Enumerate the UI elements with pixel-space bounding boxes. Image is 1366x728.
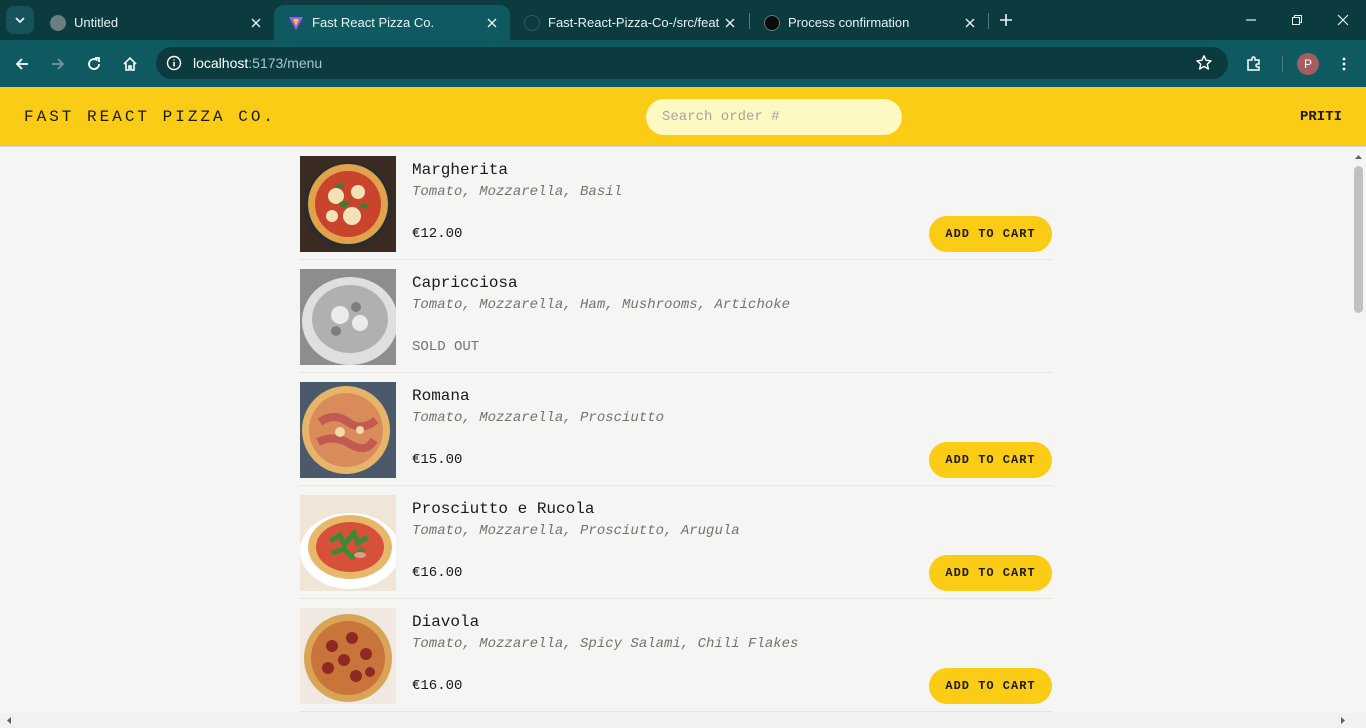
home-button[interactable] — [116, 50, 144, 78]
add-to-cart-button[interactable]: ADD TO CART — [929, 668, 1052, 704]
bookmark-star-icon[interactable] — [1194, 53, 1214, 73]
openai-icon — [764, 14, 780, 31]
scroll-left-icon[interactable] — [3, 713, 15, 728]
pizza-price: €12.00 — [412, 226, 463, 242]
pizza-name: Prosciutto e Rucola — [412, 500, 595, 518]
scrollbar-thumb[interactable] — [1354, 166, 1363, 313]
tab-title: Fast React Pizza Co. — [312, 15, 435, 30]
horizontal-scrollbar[interactable] — [0, 713, 1366, 728]
site-info-icon[interactable] — [164, 53, 184, 73]
tab-title: Process confirmation — [788, 15, 910, 30]
arrow-left-icon — [15, 58, 28, 70]
close-icon — [1337, 14, 1349, 26]
new-tab-button[interactable] — [994, 8, 1018, 32]
vite-icon — [288, 15, 304, 31]
close-tab-icon[interactable] — [246, 13, 266, 33]
restore-icon — [1292, 15, 1302, 25]
forward-button[interactable] — [44, 50, 72, 78]
pizza-name: Capricciosa — [412, 274, 518, 292]
github-icon — [524, 14, 540, 31]
add-to-cart-button[interactable]: ADD TO CART — [929, 216, 1052, 252]
toolbar-divider — [1282, 56, 1283, 72]
tab-separator — [988, 13, 989, 29]
minimize-icon — [1246, 19, 1256, 21]
more-vertical-icon — [1342, 57, 1346, 71]
scroll-right-icon[interactable] — [1337, 713, 1349, 728]
url-path: :5173/menu — [248, 55, 323, 71]
browser-tab-untitled[interactable]: Untitled — [36, 5, 274, 40]
browser-menu-button[interactable] — [1330, 50, 1358, 78]
plus-icon — [1000, 14, 1012, 26]
pizza-ingredients: Tomato, Mozzarella, Ham, Mushrooms, Arti… — [412, 297, 791, 313]
pizza-price: €16.00 — [412, 565, 463, 581]
menu-list: Margherita Tomato, Mozzarella, Basil €12… — [300, 147, 1052, 712]
arrow-right-icon — [52, 58, 65, 70]
extensions-button[interactable] — [1240, 50, 1268, 78]
tab-title: Untitled — [74, 15, 119, 30]
app-logo-link[interactable]: FAST REACT PIZZA CO. — [24, 108, 276, 126]
pizza-ingredients: Tomato, Mozzarella, Prosciutto — [412, 410, 665, 426]
menu-item: Diavola Tomato, Mozzarella, Spicy Salami… — [300, 599, 1052, 712]
browser-toolbar: localhost:5173/menu P — [0, 40, 1366, 87]
url-host: localhost — [193, 55, 249, 71]
pizza-ingredients: Tomato, Mozzarella, Basil — [412, 184, 623, 200]
browser-tab-strip: Untitled Fast React Pizza Co. Fast-React… — [0, 0, 1366, 40]
add-to-cart-button[interactable]: ADD TO CART — [929, 555, 1052, 591]
url-text: localhost:5173/menu — [193, 55, 322, 71]
pizza-price: €16.00 — [412, 678, 463, 694]
reload-icon — [88, 57, 100, 70]
sold-out-label: SOLD OUT — [412, 339, 480, 355]
globe-icon — [50, 14, 66, 31]
restore-button[interactable] — [1274, 0, 1320, 40]
menu-item: Romana Tomato, Mozzarella, Prosciutto €1… — [300, 373, 1052, 486]
profile-avatar[interactable]: P — [1297, 53, 1319, 75]
add-to-cart-button[interactable]: ADD TO CART — [929, 442, 1052, 478]
browser-tab-process[interactable]: Process confirmation — [750, 5, 988, 40]
pizza-image — [300, 382, 396, 478]
username: PRITI — [1300, 109, 1343, 125]
browser-tab-pizza[interactable]: Fast React Pizza Co. — [274, 5, 510, 40]
tab-search-button[interactable] — [6, 6, 34, 34]
pizza-image — [300, 156, 396, 252]
home-icon — [123, 56, 137, 71]
browser-tab-github[interactable]: Fast-React-Pizza-Co-/src/featur — [510, 5, 748, 40]
scroll-up-icon[interactable] — [1351, 151, 1366, 163]
app-header: FAST REACT PIZZA CO. PRITI — [0, 87, 1366, 147]
pizza-image — [300, 269, 396, 365]
menu-item: Capricciosa Tomato, Mozzarella, Ham, Mus… — [300, 260, 1052, 373]
pizza-image — [300, 608, 396, 704]
address-bar[interactable]: localhost:5173/menu — [156, 47, 1228, 79]
close-window-button[interactable] — [1320, 0, 1366, 40]
pizza-price: €15.00 — [412, 452, 463, 468]
reload-button[interactable] — [80, 50, 108, 78]
close-tab-icon[interactable] — [720, 13, 740, 33]
vertical-scrollbar[interactable] — [1351, 147, 1366, 713]
menu-item: Margherita Tomato, Mozzarella, Basil €12… — [300, 147, 1052, 260]
pizza-name: Romana — [412, 387, 470, 405]
pizza-ingredients: Tomato, Mozzarella, Spicy Salami, Chili … — [412, 636, 799, 652]
minimize-button[interactable] — [1228, 0, 1274, 40]
close-tab-icon[interactable] — [960, 13, 980, 33]
tab-title: Fast-React-Pizza-Co-/src/featur — [548, 15, 720, 30]
puzzle-icon — [1247, 56, 1260, 71]
pizza-name: Margherita — [412, 161, 509, 179]
pizza-name: Diavola — [412, 613, 480, 631]
pizza-ingredients: Tomato, Mozzarella, Prosciutto, Arugula — [412, 523, 740, 539]
chevron-down-icon — [15, 17, 25, 24]
pizza-image — [300, 495, 396, 591]
back-button[interactable] — [8, 50, 36, 78]
menu-item: Prosciutto e Rucola Tomato, Mozzarella, … — [300, 486, 1052, 599]
close-tab-icon[interactable] — [482, 13, 502, 33]
search-order-input[interactable] — [646, 99, 902, 135]
